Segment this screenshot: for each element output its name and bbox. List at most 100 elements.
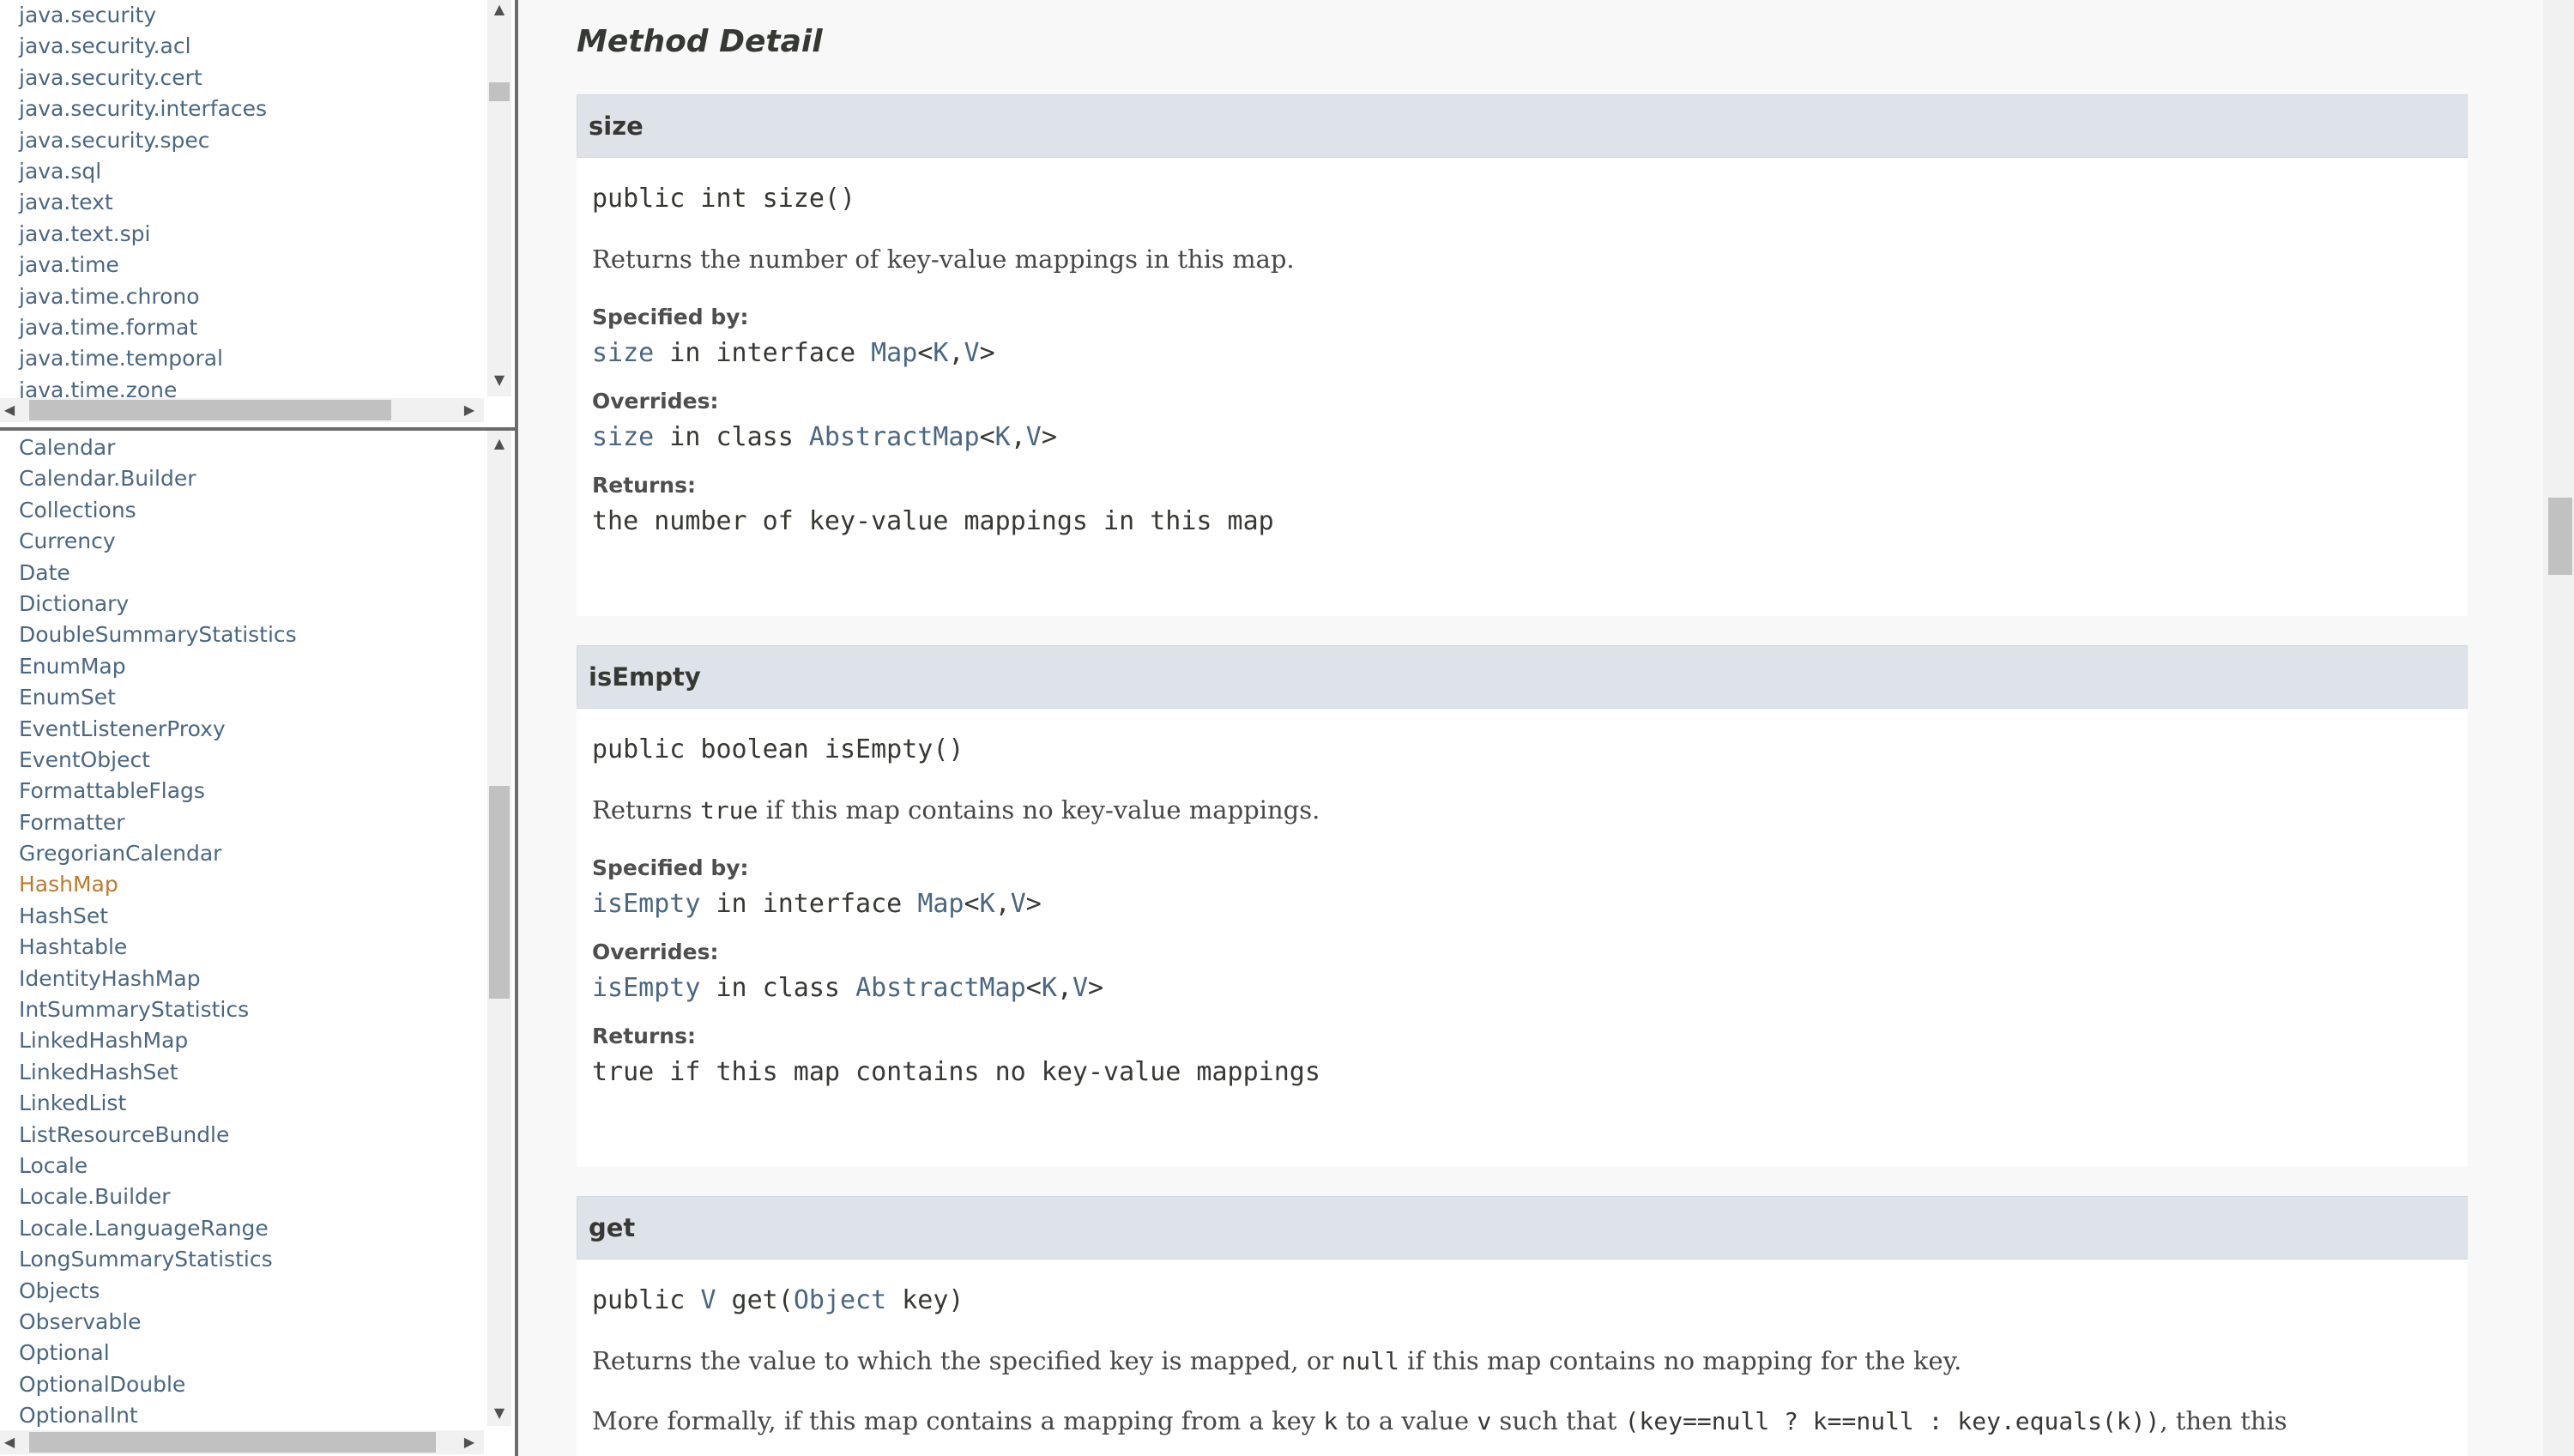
scrollbar-thumb[interactable] [2548,498,2572,575]
class-link[interactable]: Locale.LanguageRange [19,1213,297,1244]
method-description-detail: More formally, if this map contains a ma… [592,1406,2287,1435]
specified-by-value: isEmpty in interface Map<K,V> [592,889,1042,919]
method-description: Returns the number of key-value mappings… [592,245,1295,274]
class-link[interactable]: OptionalDouble [19,1369,297,1400]
package-list-horizontal-scrollbar[interactable]: ◀ ▶ [0,398,484,422]
class-link[interactable]: GregorianCalendar [19,838,297,869]
class-link[interactable]: OptionalInt [19,1400,297,1431]
type-param-link[interactable]: K [980,889,995,919]
type-param-link[interactable]: V [1072,973,1088,1003]
scroll-right-icon[interactable]: ▶ [460,398,479,422]
returns-label: Returns: [592,1024,696,1048]
overrides-method-link[interactable]: isEmpty [592,973,700,1003]
class-link[interactable]: LongSummaryStatistics [19,1244,297,1275]
package-list: java.security java.security.acl java.secur… [19,0,267,406]
package-link[interactable]: java.security.interfaces [19,94,267,124]
scrollbar-thumb[interactable] [29,400,391,420]
package-link[interactable]: java.sql [19,156,267,187]
class-link[interactable]: EnumSet [19,682,297,713]
class-link[interactable]: EventObject [19,745,297,776]
class-link[interactable]: IntSummaryStatistics [19,994,297,1025]
scroll-up-icon[interactable]: ▲ [487,0,511,19]
class-link[interactable]: AbstractMap [855,973,1026,1003]
class-link[interactable]: AbstractMap [809,422,980,452]
type-param-link[interactable]: K [933,338,948,368]
package-link[interactable]: java.security.spec [19,125,267,156]
interface-link[interactable]: Map [917,889,964,919]
package-link[interactable]: java.time.chrono [19,281,267,312]
type-param-link[interactable]: V [1011,889,1026,919]
class-link[interactable]: Observable [19,1307,297,1338]
class-link[interactable]: LinkedList [19,1088,297,1119]
class-link[interactable]: Optional [19,1338,297,1368]
package-link[interactable]: java.time.temporal [19,343,267,374]
type-param-link[interactable]: K [1042,973,1057,1003]
type-param-link[interactable]: K [995,422,1011,452]
package-list-frame: java.security java.security.acl java.secur… [0,0,515,427]
class-list-vertical-scrollbar[interactable]: ▲ ▼ [487,431,511,1426]
class-link[interactable]: Calendar [19,432,297,463]
specified-by-value: size in interface Map<K,V> [592,338,995,368]
class-list: Calendar Calendar.Builder Collections Curre… [19,432,297,1432]
method-name-heading: get [577,1196,2468,1260]
scrollbar-thumb[interactable] [29,1432,436,1453]
scroll-left-icon[interactable]: ◀ [0,1430,19,1454]
interface-link[interactable]: Map [871,338,917,368]
class-link[interactable]: Date [19,558,297,589]
class-link[interactable]: Objects [19,1276,297,1307]
class-link[interactable]: Collections [19,495,297,526]
package-link[interactable]: java.text [19,187,267,218]
overrides-label: Overrides: [592,389,719,414]
package-link[interactable]: java.security.cert [19,63,267,94]
class-link[interactable]: Currency [19,526,297,557]
overrides-method-link[interactable]: size [592,422,654,452]
method-description: Returns the value to which the specified… [592,1346,1962,1375]
package-link[interactable]: java.time.format [19,312,267,343]
class-link[interactable]: HashMap [19,869,297,900]
class-link[interactable]: LinkedHashMap [19,1025,297,1056]
package-link[interactable]: java.security.acl [19,31,267,62]
class-link[interactable]: Calendar.Builder [19,463,297,494]
method-isempty: isEmpty public boolean isEmpty() Returns… [577,645,2468,1167]
scroll-left-icon[interactable]: ◀ [0,398,19,422]
object-class-link[interactable]: Object [794,1285,886,1315]
class-link[interactable]: EventListenerProxy [19,714,297,745]
returns-value: true if this map contains no key-value m… [592,1057,1320,1087]
method-get: get public V get(Object key) Returns the… [577,1196,2468,1456]
package-link[interactable]: java.time [19,250,267,281]
class-link[interactable]: DoubleSummaryStatistics [19,619,297,650]
class-link[interactable]: Locale [19,1151,297,1181]
class-link[interactable]: Formatter [19,807,297,838]
scrollbar-thumb[interactable] [489,786,510,999]
type-param-link[interactable]: V [700,1285,716,1315]
method-name-heading: isEmpty [577,645,2468,709]
specified-method-link[interactable]: isEmpty [592,889,700,919]
class-link[interactable]: ListResourceBundle [19,1120,297,1151]
main-vertical-scrollbar[interactable] [2543,0,2574,1456]
overrides-value: size in class AbstractMap<K,V> [592,422,1057,452]
overrides-label: Overrides: [592,939,719,964]
class-link[interactable]: HashSet [19,901,297,932]
class-list-horizontal-scrollbar[interactable]: ◀ ▶ [0,1430,484,1454]
scroll-down-icon[interactable]: ▼ [487,371,511,390]
class-link[interactable]: LinkedHashSet [19,1057,297,1088]
class-link[interactable]: EnumMap [19,651,297,682]
section-title: Method Detail [577,24,823,59]
scrollbar-thumb[interactable] [489,82,510,101]
type-param-link[interactable]: V [1026,422,1042,452]
scroll-down-icon[interactable]: ▼ [487,1404,511,1423]
class-link[interactable]: Dictionary [19,589,297,619]
overrides-value: isEmpty in class AbstractMap<K,V> [592,973,1104,1003]
scroll-right-icon[interactable]: ▶ [460,1430,479,1454]
class-link[interactable]: IdentityHashMap [19,964,297,994]
type-param-link[interactable]: V [964,338,980,368]
scroll-up-icon[interactable]: ▲ [487,434,511,453]
class-link[interactable]: Hashtable [19,932,297,963]
specified-method-link[interactable]: size [592,338,654,368]
class-link[interactable]: Locale.Builder [19,1181,297,1212]
package-link[interactable]: java.security [19,0,267,31]
returns-value: the number of key-value mappings in this… [592,506,1274,536]
package-link[interactable]: java.text.spi [19,219,267,250]
class-link[interactable]: FormattableFlags [19,776,297,807]
package-list-vertical-scrollbar[interactable]: ▲ ▼ [487,0,511,396]
